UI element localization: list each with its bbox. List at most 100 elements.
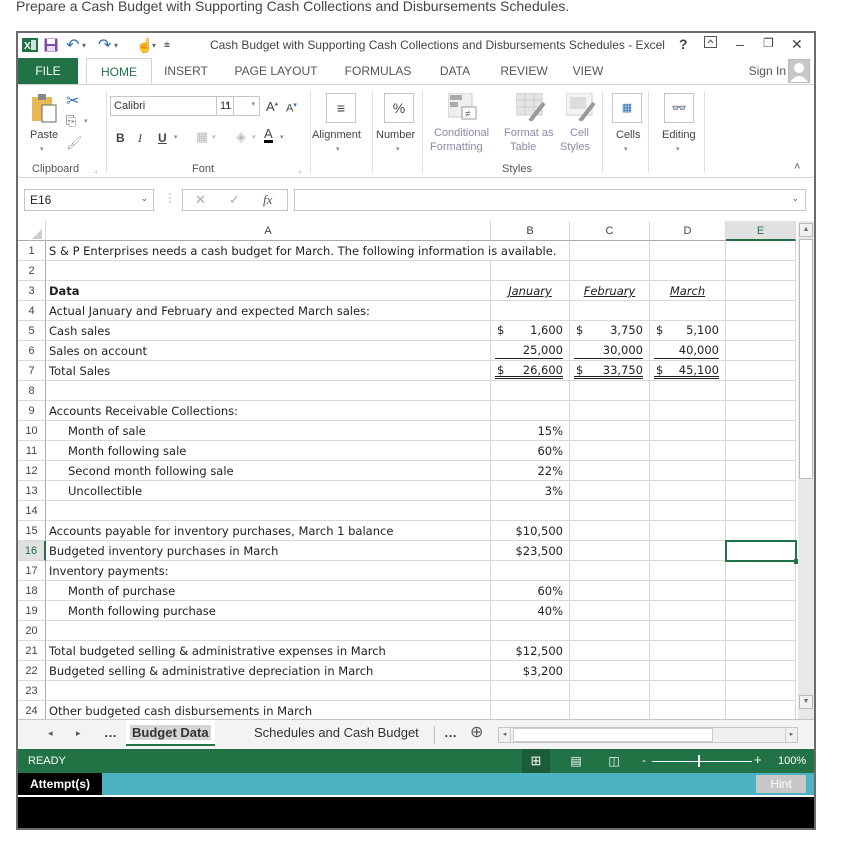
row-header[interactable]: 8: [18, 381, 46, 401]
column-header-b[interactable]: B: [491, 221, 570, 241]
cell-e17[interactable]: [726, 561, 796, 581]
cell-b24[interactable]: [491, 701, 570, 719]
paste-dropdown-icon[interactable]: ▾: [40, 145, 44, 153]
cell-a8[interactable]: [46, 381, 491, 401]
redo-dropdown-icon[interactable]: ▾: [114, 36, 118, 54]
redo-icon[interactable]: ↷: [98, 36, 111, 54]
cell-styles-button[interactable]: Cell: [570, 127, 589, 139]
number-button[interactable]: Number: [376, 129, 415, 141]
cell-a19[interactable]: Month following purchase: [46, 601, 491, 621]
cell-b9[interactable]: [491, 401, 570, 421]
cell-a21[interactable]: Total budgeted selling & administrative …: [46, 641, 491, 661]
minimize-button[interactable]: –: [736, 36, 744, 52]
cell-c8[interactable]: [570, 381, 650, 401]
row-header[interactable]: 17: [18, 561, 46, 581]
cell-d22[interactable]: [650, 661, 726, 681]
cell-c17[interactable]: [570, 561, 650, 581]
cell-a7[interactable]: Total Sales: [46, 361, 491, 381]
horizontal-scrollbar[interactable]: ◂ ▸: [498, 727, 798, 743]
customize-toolbar-icon[interactable]: ⩧: [164, 36, 170, 54]
ribbon-display-icon[interactable]: [704, 36, 717, 52]
column-header-d[interactable]: D: [650, 221, 726, 241]
tab-view[interactable]: VIEW: [568, 58, 608, 84]
cell-c14[interactable]: [570, 501, 650, 521]
page-break-view-icon[interactable]: ◫: [602, 749, 626, 773]
fill-color-dropdown-icon[interactable]: ▾: [252, 133, 256, 141]
format-painter-icon[interactable]: 🖌: [66, 135, 83, 151]
selected-cell-e16[interactable]: [725, 540, 798, 564]
cell-a10[interactable]: Month of sale: [46, 421, 491, 441]
alignment-button[interactable]: Alignment: [312, 129, 361, 141]
expand-formula-bar-icon[interactable]: ⌄: [791, 193, 799, 204]
cell-c4[interactable]: [570, 301, 650, 321]
cell-e5[interactable]: [726, 321, 796, 341]
cell-e8[interactable]: [726, 381, 796, 401]
cell-c20[interactable]: [570, 621, 650, 641]
font-launcher-icon[interactable]: ⌟: [298, 165, 302, 174]
scroll-sheets-right-icon[interactable]: ▸: [76, 720, 81, 746]
cell-c24[interactable]: [570, 701, 650, 719]
format-as-table-icon[interactable]: [515, 92, 546, 126]
touch-mode-icon[interactable]: ☝: [136, 36, 153, 54]
touch-dropdown-icon[interactable]: ▾: [152, 36, 156, 54]
cell-d18[interactable]: [650, 581, 726, 601]
cell-c9[interactable]: [570, 401, 650, 421]
bold-button[interactable]: B: [116, 131, 125, 145]
cell-e7[interactable]: [726, 361, 796, 381]
row-header[interactable]: 2: [18, 261, 46, 281]
cell-b20[interactable]: [491, 621, 570, 641]
cell-d20[interactable]: [650, 621, 726, 641]
cell-d21[interactable]: [650, 641, 726, 661]
row-header[interactable]: 11: [18, 441, 46, 461]
column-header-e[interactable]: E: [726, 221, 796, 241]
cell-a16[interactable]: Budgeted inventory purchases in March: [46, 541, 491, 561]
number-format-icon[interactable]: %: [384, 93, 414, 123]
cell-a9[interactable]: Accounts Receivable Collections:: [46, 401, 491, 421]
cell-d15[interactable]: [650, 521, 726, 541]
cell-d6[interactable]: 40,000: [650, 341, 726, 361]
tab-review[interactable]: REVIEW: [496, 58, 552, 84]
cut-icon[interactable]: ✂: [66, 91, 79, 111]
cell-e20[interactable]: [726, 621, 796, 641]
cell-c16[interactable]: [570, 541, 650, 561]
close-button[interactable]: ✕: [791, 36, 803, 53]
borders-dropdown-icon[interactable]: ▾: [212, 133, 216, 141]
scroll-left-button[interactable]: ◂: [499, 728, 511, 742]
row-header[interactable]: 15: [18, 521, 46, 541]
sheet-tab-schedules-cash-budget[interactable]: Schedules and Cash Budget: [254, 720, 419, 746]
row-header[interactable]: 16: [18, 541, 46, 561]
more-sheets-right-button[interactable]: …: [444, 720, 457, 746]
row-header[interactable]: 24: [18, 701, 46, 719]
scroll-up-button[interactable]: ▲: [799, 223, 813, 237]
cell-e4[interactable]: [726, 301, 796, 321]
alignment-icon[interactable]: ≡: [326, 93, 356, 123]
cell-b23[interactable]: [491, 681, 570, 701]
row-header[interactable]: 12: [18, 461, 46, 481]
cell-d19[interactable]: [650, 601, 726, 621]
cell-b3[interactable]: January: [491, 281, 570, 301]
underline-button[interactable]: U: [158, 131, 167, 145]
cell-c12[interactable]: [570, 461, 650, 481]
zoom-level[interactable]: 100%: [778, 755, 806, 767]
cell-a20[interactable]: [46, 621, 491, 641]
italic-button[interactable]: I: [138, 131, 142, 146]
cell-a3[interactable]: Data: [46, 281, 491, 301]
cell-c23[interactable]: [570, 681, 650, 701]
alignment-dropdown-icon[interactable]: ▾: [336, 145, 340, 153]
cell-a24[interactable]: Other budgeted cash disbursements in Mar…: [46, 701, 491, 719]
font-color-icon[interactable]: A: [264, 127, 273, 143]
vertical-scrollbar[interactable]: ▲ ▼: [798, 221, 814, 719]
cell-b19[interactable]: 40%: [491, 601, 570, 621]
row-header[interactable]: 19: [18, 601, 46, 621]
restore-button[interactable]: ❐: [763, 36, 774, 50]
cell-c13[interactable]: [570, 481, 650, 501]
help-button[interactable]: ?: [679, 36, 688, 52]
tab-formulas[interactable]: FORMULAS: [340, 58, 416, 84]
cell-a4[interactable]: Actual January and February and expected…: [46, 301, 491, 321]
cell-a2[interactable]: [46, 261, 491, 281]
cell-a13[interactable]: Uncollectible: [46, 481, 491, 501]
fill-color-icon[interactable]: ◈: [236, 129, 246, 145]
undo-icon[interactable]: ↶: [66, 36, 79, 54]
cell-b5[interactable]: $1,600: [491, 321, 570, 341]
cell-e12[interactable]: [726, 461, 796, 481]
